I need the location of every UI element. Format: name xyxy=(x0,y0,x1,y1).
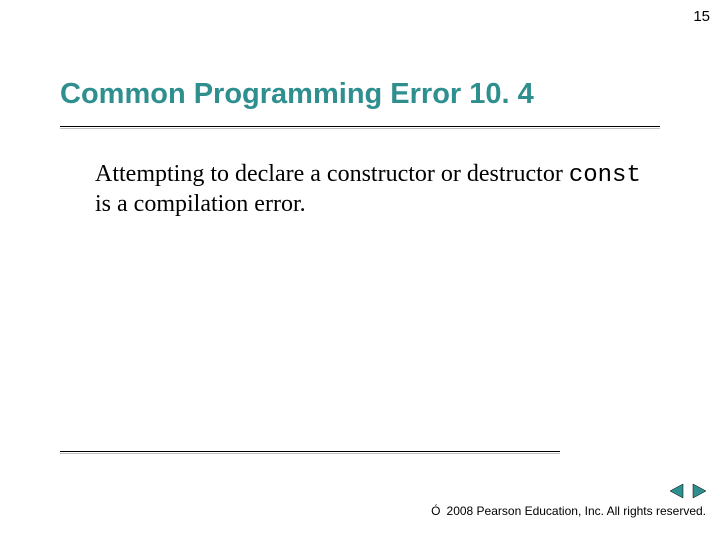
body-part2: is a compilation error. xyxy=(95,191,306,217)
copyright-text: 2008 Pearson Education, Inc. All rights … xyxy=(447,504,706,518)
copyright-symbol: Ó xyxy=(431,504,440,518)
slide-title: Common Programming Error 10. 4 xyxy=(60,78,534,111)
body-part1: Attempting to declare a constructor or d… xyxy=(95,161,569,187)
body-text: Attempting to declare a constructor or d… xyxy=(95,160,655,220)
triangle-left-icon xyxy=(668,482,686,500)
body-code: const xyxy=(569,162,641,189)
divider-bottom xyxy=(60,451,560,452)
copyright-footer: Ó 2008 Pearson Education, Inc. All right… xyxy=(431,504,706,518)
divider-top xyxy=(60,126,660,127)
triangle-right-icon xyxy=(690,482,708,500)
next-button[interactable] xyxy=(690,482,708,500)
page-number: 15 xyxy=(693,8,710,25)
prev-button[interactable] xyxy=(668,482,686,500)
nav-controls xyxy=(668,482,708,500)
